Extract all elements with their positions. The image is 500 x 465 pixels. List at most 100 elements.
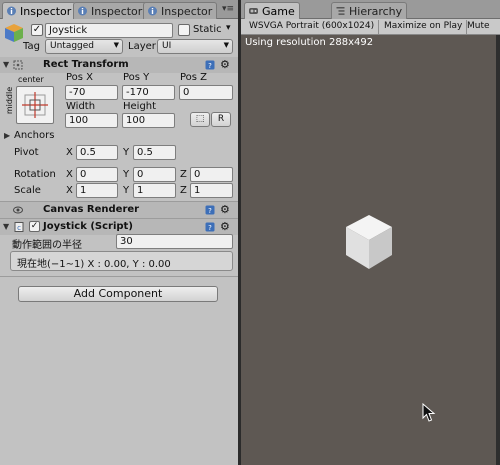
rect-transform-title: Rect Transform bbox=[43, 59, 129, 70]
static-checkbox[interactable] bbox=[178, 24, 190, 36]
rotation-label: Rotation bbox=[14, 169, 56, 180]
game-toolbar: WSVGA Portrait (600x1024) Maximize on Pl… bbox=[241, 19, 500, 35]
info-icon bbox=[7, 6, 16, 16]
rot-x-label: X bbox=[66, 169, 73, 180]
tab-label: Inspector bbox=[20, 5, 72, 18]
help-book-icon[interactable]: ? bbox=[205, 205, 215, 215]
object-name-field[interactable]: Joystick bbox=[45, 23, 173, 38]
help-book-icon[interactable]: ? bbox=[205, 60, 215, 70]
posy-field[interactable]: -170 bbox=[122, 85, 175, 100]
width-label: Width bbox=[66, 101, 96, 112]
foldout-open-icon[interactable]: ▼ bbox=[3, 222, 9, 231]
active-checkbox[interactable]: ✓ bbox=[31, 24, 43, 36]
script-enabled-checkbox[interactable]: ✓ bbox=[29, 221, 40, 232]
rot-y-field[interactable]: 0 bbox=[133, 167, 176, 182]
tag-dropdown[interactable]: Untagged ▼ bbox=[45, 39, 123, 54]
status-text: 現在地(−1∼1) X : 0.00, Y : 0.00 bbox=[17, 259, 171, 270]
gear-icon[interactable]: ⚙ bbox=[220, 220, 230, 233]
static-label: Static bbox=[193, 24, 222, 35]
tab-label: Inspector bbox=[91, 5, 143, 18]
anchor-side-label: middle bbox=[5, 86, 15, 115]
anchor-preset-icon bbox=[22, 92, 48, 118]
scale-y-label: Y bbox=[123, 185, 130, 196]
raw-edit-button[interactable]: R bbox=[211, 112, 231, 127]
game-tabbar: Game Hierarchy bbox=[241, 0, 500, 19]
layer-label: Layer bbox=[128, 41, 156, 52]
blueprint-mode-button[interactable]: ⬚ bbox=[190, 112, 210, 127]
svg-text:?: ? bbox=[208, 62, 212, 70]
info-icon bbox=[148, 6, 157, 16]
radius-label: 動作範囲の半径 bbox=[12, 240, 82, 251]
mute-toggle[interactable]: Mute bbox=[463, 20, 494, 34]
static-dropdown-arrow-icon[interactable]: ▾ bbox=[226, 23, 231, 33]
inspector-tabbar: Inspector Inspector Inspector ▾≡ bbox=[0, 0, 238, 19]
add-component-label: Add Component bbox=[73, 287, 163, 300]
info-icon bbox=[78, 6, 87, 16]
inspector-panel: Inspector Inspector Inspector ▾≡ ✓ Joyst… bbox=[0, 0, 238, 465]
gameobject-cube-icon bbox=[5, 24, 23, 42]
foldout-closed-icon[interactable]: ▶ bbox=[4, 131, 10, 140]
scale-label: Scale bbox=[14, 185, 41, 196]
anchor-presets-button[interactable] bbox=[16, 86, 54, 124]
rot-z-field[interactable]: 0 bbox=[190, 167, 233, 182]
layer-dropdown[interactable]: UI ▼ bbox=[157, 39, 233, 54]
game-controller-icon bbox=[249, 8, 258, 14]
anchors-label[interactable]: Anchors bbox=[14, 130, 54, 141]
radius-field[interactable]: 30 bbox=[116, 234, 233, 249]
joystick-script-title: Joystick (Script) bbox=[43, 221, 133, 232]
gear-icon[interactable]: ⚙ bbox=[220, 203, 230, 216]
pivot-label: Pivot bbox=[14, 147, 39, 158]
gear-icon[interactable]: ⚙ bbox=[220, 58, 230, 71]
status-box: 現在地(−1∼1) X : 0.00, Y : 0.00 bbox=[10, 251, 233, 271]
canvas-renderer-header[interactable]: Canvas Renderer ? ⚙ bbox=[0, 202, 238, 218]
tab-inspector-1[interactable]: Inspector bbox=[2, 2, 77, 19]
tab-label: Inspector bbox=[161, 5, 213, 18]
canvas-renderer-title: Canvas Renderer bbox=[43, 204, 140, 215]
foldout-open-icon[interactable]: ▼ bbox=[3, 60, 9, 69]
height-label: Height bbox=[123, 101, 157, 112]
posx-label: Pos X bbox=[66, 72, 94, 83]
tab-hierarchy[interactable]: Hierarchy bbox=[331, 2, 408, 19]
posz-field[interactable]: 0 bbox=[179, 85, 233, 100]
chevron-down-icon: ▼ bbox=[223, 41, 229, 49]
anchor-top-label: center bbox=[18, 75, 44, 84]
resolution-text: Using resolution 288x492 bbox=[245, 37, 374, 48]
scale-x-field[interactable]: 1 bbox=[76, 183, 118, 198]
pivot-x-label: X bbox=[66, 147, 73, 158]
aspect-value: WSVGA Portrait (600x1024) bbox=[249, 21, 375, 31]
joystick-script-header[interactable]: ▼ c ✓ Joystick (Script) ? ⚙ bbox=[0, 219, 238, 235]
pivot-y-field[interactable]: 0.5 bbox=[133, 145, 176, 160]
tab-inspector-3[interactable]: Inspector bbox=[143, 2, 218, 19]
posy-label: Pos Y bbox=[123, 72, 150, 83]
tab-game[interactable]: Game bbox=[244, 2, 300, 19]
svg-text:?: ? bbox=[208, 207, 212, 215]
hierarchy-list-icon bbox=[336, 7, 345, 15]
rot-y-label: Y bbox=[123, 169, 130, 180]
eye-icon bbox=[13, 206, 23, 214]
width-field[interactable]: 100 bbox=[65, 113, 118, 128]
tab-label: Hierarchy bbox=[349, 5, 403, 18]
aspect-dropdown[interactable]: WSVGA Portrait (600x1024) bbox=[245, 20, 380, 34]
pivot-x-field[interactable]: 0.5 bbox=[76, 145, 118, 160]
help-book-icon[interactable]: ? bbox=[205, 222, 215, 232]
tab-menu-icon[interactable]: ▾≡ bbox=[222, 4, 234, 14]
tag-value: Untagged bbox=[50, 41, 95, 51]
scale-z-field[interactable]: 1 bbox=[190, 183, 233, 198]
posx-field[interactable]: -70 bbox=[65, 85, 118, 100]
scale-y-field[interactable]: 1 bbox=[133, 183, 176, 198]
scale-x-label: X bbox=[66, 185, 73, 196]
game-panel: Game Hierarchy WSVGA Portrait (600x1024)… bbox=[241, 0, 500, 465]
svg-text:?: ? bbox=[208, 224, 212, 232]
add-component-button[interactable]: Add Component bbox=[18, 286, 218, 302]
scale-z-label: Z bbox=[180, 185, 187, 196]
maximize-on-play-toggle[interactable]: Maximize on Play bbox=[380, 20, 468, 34]
mouse-cursor-icon bbox=[422, 403, 436, 422]
raw-edit-label: R bbox=[217, 114, 225, 124]
posz-label: Pos Z bbox=[180, 72, 208, 83]
chevron-down-icon: ▼ bbox=[113, 41, 119, 49]
height-field[interactable]: 100 bbox=[122, 113, 175, 128]
tab-inspector-2[interactable]: Inspector bbox=[73, 2, 148, 19]
rot-x-field[interactable]: 0 bbox=[76, 167, 118, 182]
rect-transform-header[interactable]: ▼ Rect Transform ? ⚙ bbox=[0, 57, 238, 73]
dotted-rect-icon: ⬚ bbox=[195, 114, 205, 124]
